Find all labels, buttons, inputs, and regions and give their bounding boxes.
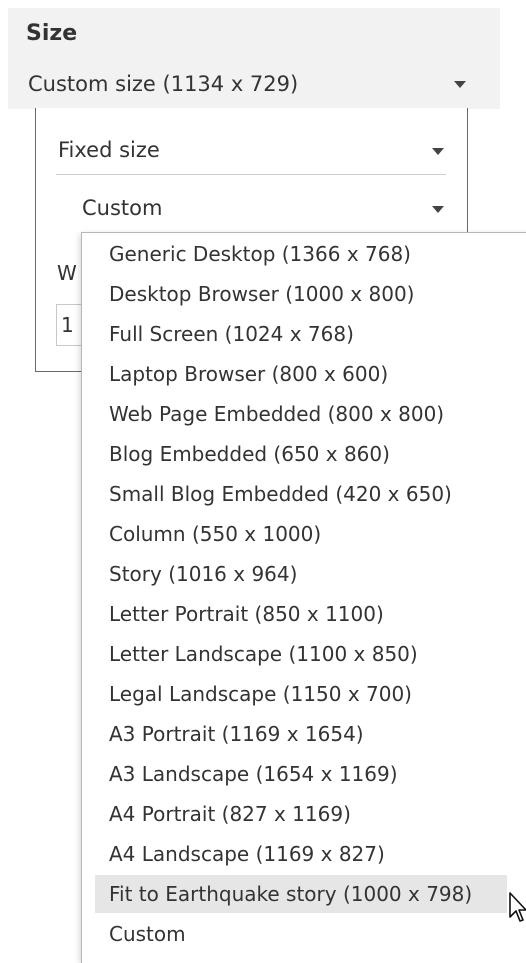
menu-item[interactable]: Web Page Embedded (800 x 800) [95, 395, 507, 433]
caret-down-icon [432, 148, 444, 155]
caret-down-icon [454, 81, 466, 88]
sizing-mode-dropdown[interactable]: Fixed size [56, 132, 446, 175]
mouse-pointer-icon [509, 892, 526, 922]
preset-size-menu: Generic Desktop (1366 x 768) Desktop Brow… [81, 232, 526, 963]
width-label: W [57, 261, 77, 285]
sizing-mode-value: Fixed size [58, 138, 160, 162]
menu-item[interactable]: Small Blog Embedded (420 x 650) [95, 475, 507, 513]
menu-item[interactable]: Custom [95, 915, 507, 953]
menu-item[interactable]: Letter Portrait (850 x 1100) [95, 595, 507, 633]
preset-size-dropdown[interactable]: Custom [82, 190, 446, 230]
menu-item[interactable]: Legal Landscape (1150 x 700) [95, 675, 507, 713]
size-dropdown[interactable]: Custom size (1134 x 729) [28, 64, 472, 104]
menu-item-highlighted[interactable]: Fit to Earthquake story (1000 x 798) [95, 875, 507, 913]
size-section-title: Size [26, 21, 78, 46]
menu-item[interactable]: A4 Portrait (827 x 1169) [95, 795, 507, 833]
menu-item[interactable]: Laptop Browser (800 x 600) [95, 355, 507, 393]
menu-item[interactable]: Desktop Browser (1000 x 800) [95, 275, 507, 313]
menu-item[interactable]: Blog Embedded (650 x 860) [95, 435, 507, 473]
caret-down-icon [432, 206, 444, 213]
preset-size-value: Custom [82, 196, 163, 220]
menu-item[interactable]: A4 Landscape (1169 x 827) [95, 835, 507, 873]
menu-item[interactable]: Column (550 x 1000) [95, 515, 507, 553]
menu-item[interactable]: Story (1016 x 964) [95, 555, 507, 593]
menu-item[interactable]: Letter Landscape (1100 x 850) [95, 635, 507, 673]
menu-item[interactable]: A3 Portrait (1169 x 1654) [95, 715, 507, 753]
menu-item[interactable]: Full Screen (1024 x 768) [95, 315, 507, 353]
size-dropdown-value: Custom size (1134 x 729) [28, 72, 299, 96]
menu-item[interactable]: Generic Desktop (1366 x 768) [95, 235, 507, 273]
menu-item[interactable]: A3 Landscape (1654 x 1169) [95, 755, 507, 793]
